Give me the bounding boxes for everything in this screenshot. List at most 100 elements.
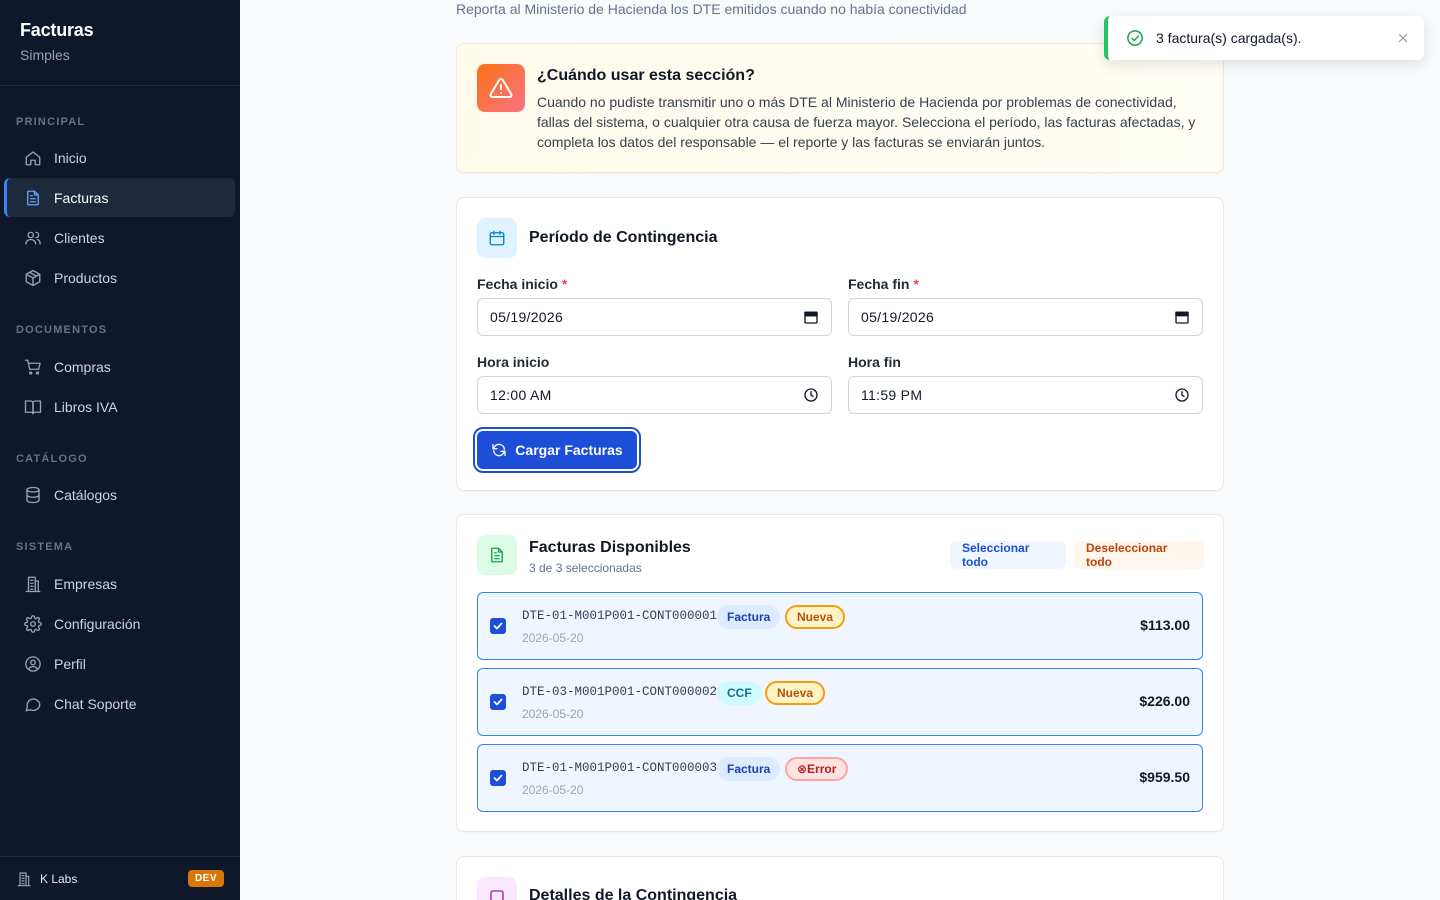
facturas-title: Facturas Disponibles <box>529 539 691 556</box>
fecha-inicio-label: Fecha inicio * <box>477 276 567 292</box>
brand-title: Facturas <box>20 20 94 40</box>
cart-icon <box>24 358 42 376</box>
sidebar-item-label: Catálogos <box>54 486 118 503</box>
dte-date: 2026-05-20 <box>522 783 584 797</box>
fecha-inicio-input[interactable]: 05/19/2026 <box>477 298 832 336</box>
check-circle-icon <box>1126 29 1144 47</box>
nav-section-documentos: DOCUMENTOS <box>16 324 108 336</box>
clock-icon[interactable] <box>1174 387 1190 403</box>
hora-fin-input[interactable]: 11:59 PM <box>848 376 1203 414</box>
sidebar-item-perfil[interactable]: Perfil <box>4 644 235 683</box>
hora-inicio-label: Hora inicio <box>477 354 550 370</box>
sidebar-item-compras[interactable]: Compras <box>4 347 235 386</box>
fecha-fin-value: 05/19/2026 <box>861 309 935 325</box>
env-badge: DEV <box>187 870 224 887</box>
info-title: ¿Cuándo usar esta sección? <box>537 67 755 84</box>
sidebar-item-label: Libros IVA <box>54 398 118 415</box>
select-all-button[interactable]: Seleccionar todo <box>950 541 1066 569</box>
cargar-facturas-button[interactable]: Cargar Facturas <box>477 431 637 469</box>
calendar-icon[interactable] <box>1174 309 1190 325</box>
sidebar-item-chat-soporte[interactable]: Chat Soporte <box>4 684 235 723</box>
dte-amount: $959.50 <box>1139 769 1190 785</box>
brand[interactable]: Facturas Simples <box>0 0 240 86</box>
detalles-title: Detalles de la Contingencia <box>529 887 738 900</box>
dte-amount: $226.00 <box>1139 693 1190 709</box>
sidebar-item-label: Perfil <box>54 655 86 672</box>
home-icon <box>24 149 42 167</box>
chat-icon <box>24 695 42 713</box>
info-card: ¿Cuándo usar esta sección? Cuando no pud… <box>456 43 1224 173</box>
factura-row[interactable]: DTE-01-M001P001-CONT000003 Factura ⊗Erro… <box>477 744 1203 812</box>
sidebar-item-label: Empresas <box>54 575 118 592</box>
dte-date: 2026-05-20 <box>522 707 584 721</box>
refresh-icon <box>491 442 507 458</box>
status-badge: Nueva <box>765 681 826 705</box>
warning-icon <box>477 64 525 112</box>
factura-row[interactable]: DTE-03-M001P001-CONT000002 CCF Nueva 202… <box>477 668 1203 736</box>
deselect-all-button[interactable]: Deseleccionar todo <box>1074 541 1204 569</box>
toast-message: 3 factura(s) cargada(s). <box>1156 30 1302 46</box>
calendar-icon[interactable] <box>803 309 819 325</box>
type-badge: CCF <box>717 681 762 705</box>
company-name: K Labs <box>40 871 78 886</box>
sidebar-item-libros-iva[interactable]: Libros IVA <box>4 387 235 426</box>
package-icon <box>24 269 42 287</box>
brand-subtitle: Simples <box>20 47 70 63</box>
fecha-inicio-label-text: Fecha inicio <box>477 276 558 292</box>
building-icon <box>24 575 42 593</box>
close-icon[interactable] <box>1396 31 1410 45</box>
sidebar-item-label: Productos <box>54 269 118 286</box>
book-icon <box>24 398 42 416</box>
nav-section-principal: PRINCIPAL <box>16 116 86 128</box>
periodo-card: Período de Contingencia Fecha inicio * 05… <box>456 197 1224 491</box>
fecha-fin-label-text: Fecha fin <box>848 276 910 292</box>
hora-fin-label: Hora fin <box>848 354 901 370</box>
clock-icon[interactable] <box>803 387 819 403</box>
file-text-icon <box>477 535 517 575</box>
nav-section-sistema: SISTEMA <box>16 541 74 553</box>
file-text-icon <box>24 189 42 207</box>
fecha-inicio-value: 05/19/2026 <box>490 309 564 325</box>
row-checkbox[interactable] <box>490 694 506 710</box>
sidebar-item-clientes[interactable]: Clientes <box>4 218 235 257</box>
row-checkbox[interactable] <box>490 618 506 634</box>
fecha-fin-label: Fecha fin * <box>848 276 919 292</box>
info-text: Cuando no pudiste transmitir uno o más D… <box>537 94 1196 150</box>
hora-inicio-input[interactable]: 12:00 AM <box>477 376 832 414</box>
sidebar-item-label: Clientes <box>54 229 105 246</box>
facturas-selected-count: 3 de 3 seleccionadas <box>529 561 642 575</box>
status-badge: Nueva <box>785 605 846 629</box>
detalles-card: Detalles de la Contingencia <box>456 856 1224 900</box>
sidebar-item-label: Compras <box>54 358 111 375</box>
type-badge: Factura <box>717 757 781 781</box>
sidebar-item-configuracion[interactable]: Configuración <box>4 604 235 643</box>
cargar-facturas-label: Cargar Facturas <box>515 442 623 458</box>
sidebar-item-catalogos[interactable]: Catálogos <box>4 475 235 514</box>
sidebar-item-label: Inicio <box>54 149 87 166</box>
sidebar-item-facturas[interactable]: Facturas <box>4 178 235 217</box>
sidebar-footer: K Labs DEV <box>0 856 240 900</box>
success-toast: 3 factura(s) cargada(s). <box>1104 16 1424 60</box>
database-icon <box>24 486 42 504</box>
fecha-fin-input[interactable]: 05/19/2026 <box>848 298 1203 336</box>
nav-section-catalogo: CATÁLOGO <box>16 453 88 465</box>
sidebar-item-productos[interactable]: Productos <box>4 258 235 297</box>
hora-inicio-value: 12:00 AM <box>490 387 552 403</box>
required-mark: * <box>561 276 568 292</box>
square-icon <box>477 877 517 900</box>
page-subtitle: Reporta al Ministerio de Hacienda los DT… <box>456 1 967 17</box>
dte-amount: $113.00 <box>1140 617 1190 633</box>
dte-code: DTE-01-M001P001-CONT000003 <box>522 761 718 775</box>
row-checkbox[interactable] <box>490 770 506 786</box>
facturas-card: Facturas Disponibles 3 de 3 seleccionada… <box>456 514 1224 832</box>
user-circle-icon <box>24 655 42 673</box>
gear-icon <box>24 614 42 633</box>
dte-date: 2026-05-20 <box>522 631 584 645</box>
sidebar-item-inicio[interactable]: Inicio <box>4 138 235 177</box>
periodo-title: Período de Contingencia <box>529 229 718 246</box>
sidebar-item-label: Configuración <box>54 615 141 632</box>
factura-row[interactable]: DTE-01-M001P001-CONT000001 Factura Nueva… <box>477 592 1203 660</box>
sidebar-item-empresas[interactable]: Empresas <box>4 564 235 603</box>
sidebar: Facturas Simples PRINCIPAL Inicio Factur… <box>0 0 240 900</box>
dte-code: DTE-03-M001P001-CONT000002 <box>522 685 718 699</box>
